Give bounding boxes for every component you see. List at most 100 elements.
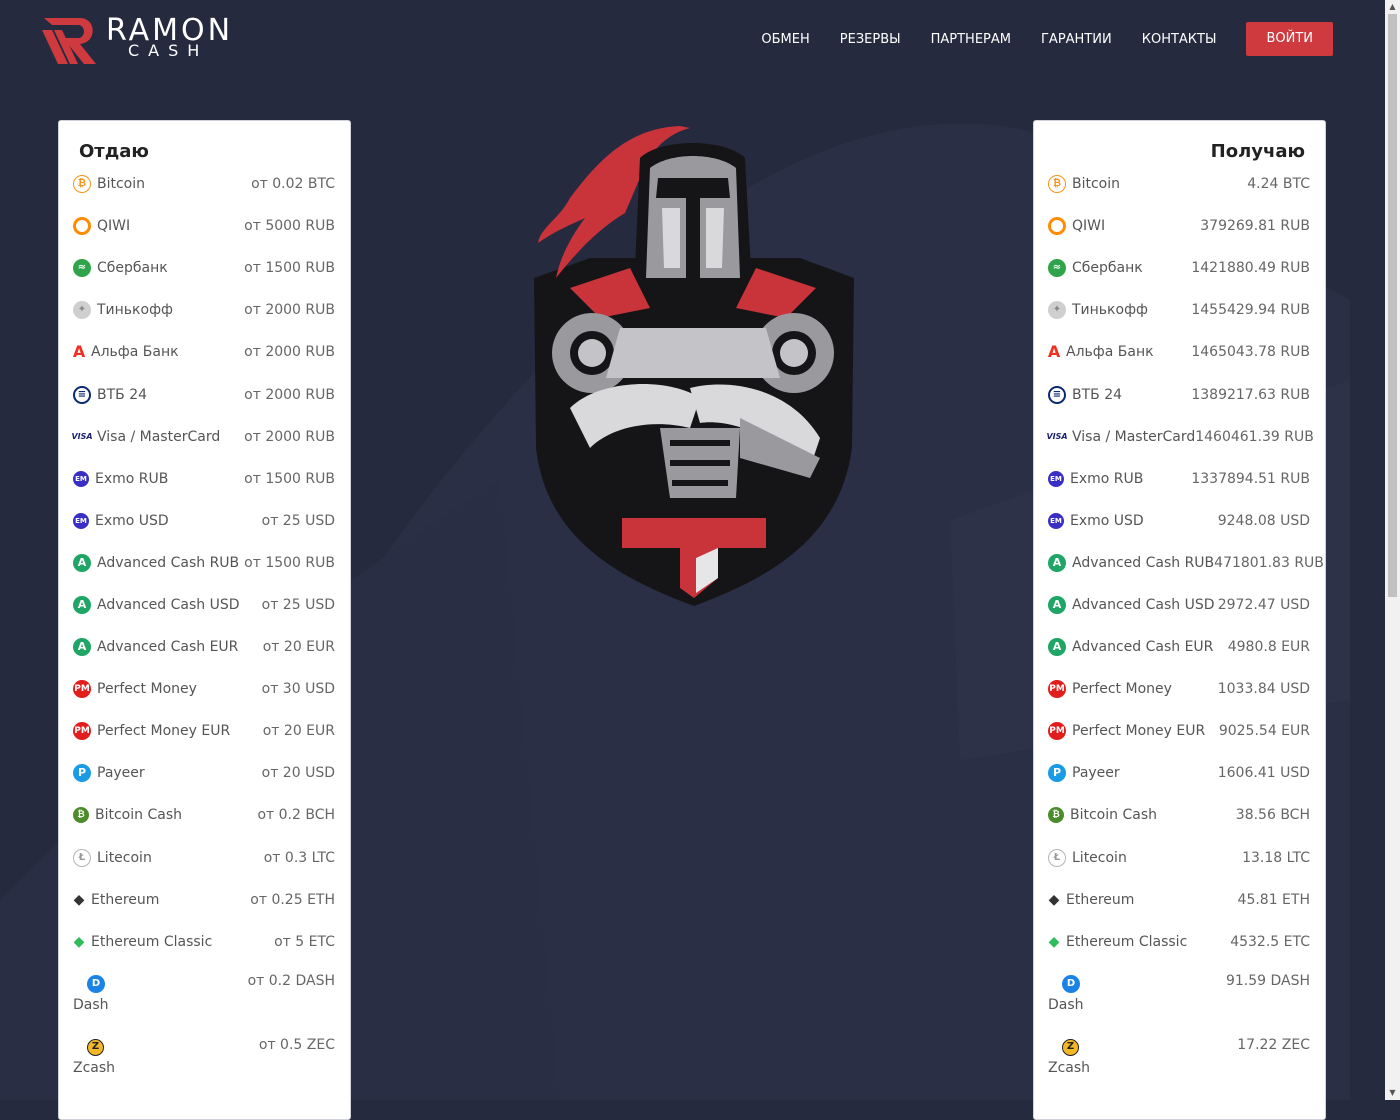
nav-exchange[interactable]: ОБМЕН (761, 23, 809, 56)
btc-icon: ₿ (73, 175, 91, 194)
min-amount: от 5000 RUB (244, 218, 335, 235)
currency-name-cell: EM Exmo RUB (73, 470, 168, 487)
currency-row[interactable]: ₿ Bitcoin Cash 38.56 BCH (1048, 794, 1310, 836)
currency-row[interactable]: QIWI от 5000 RUB (73, 205, 335, 247)
currency-label: Ethereum Classic (1066, 933, 1188, 950)
currency-row[interactable]: A Альфа Банк 1465043.78 RUB (1048, 331, 1310, 373)
currency-name-cell: ≈ Сбербанк (1048, 259, 1143, 278)
reserve-amount: 1460461.39 RUB (1195, 428, 1314, 445)
currency-label: Dash (73, 996, 109, 1013)
currency-row[interactable]: A Advanced Cash EUR 4980.8 EUR (1048, 626, 1310, 668)
currency-name-cell: PM Perfect Money EUR (1048, 722, 1205, 741)
nav-contacts[interactable]: КОНТАКТЫ (1142, 23, 1217, 56)
nav-guarantees[interactable]: ГАРАНТИИ (1041, 23, 1112, 56)
reserve-amount: 1033.84 USD (1217, 681, 1310, 698)
give-list: ₿ Bitcoin от 0.02 BTC QIWI от 5000 RUB ≈ Сберб… (71, 163, 335, 1091)
currency-name-cell: EM Exmo USD (1048, 512, 1144, 529)
currency-row[interactable]: A Advanced Cash EUR от 20 EUR (73, 626, 335, 668)
scroll-down-arrow-icon[interactable]: ▼ (1385, 1086, 1400, 1100)
currency-name-cell: ✦ Тинькофф (1048, 301, 1148, 320)
min-amount: от 25 USD (261, 596, 335, 613)
currency-label: Visa / MasterCard (1072, 428, 1196, 445)
page-scrollbar[interactable]: ▲ ▼ (1385, 0, 1400, 1100)
currency-name-cell: ₿ Bitcoin Cash (73, 807, 182, 824)
give-panel: Отдаю ₿ Bitcoin от 0.02 BTC QIWI от 5000 RUB… (58, 120, 351, 1120)
currency-row[interactable]: EM Exmo RUB 1337894.51 RUB (1048, 458, 1310, 500)
currency-row[interactable]: Z Zcash 17.22 ZEC (1048, 1027, 1310, 1091)
currency-name-cell: ₿ Bitcoin (1048, 175, 1120, 194)
currency-row[interactable]: ◆ Ethereum Classic 4532.5 ETC (1048, 921, 1310, 963)
currency-row[interactable]: P Payeer от 20 USD (73, 752, 335, 794)
tink-icon: ✦ (73, 301, 91, 320)
currency-row[interactable]: PM Perfect Money EUR 9025.54 EUR (1048, 710, 1310, 752)
currency-row[interactable]: EM Exmo RUB от 1500 RUB (73, 458, 335, 500)
currency-row[interactable]: ≡ ВТБ 24 1389217.63 RUB (1048, 373, 1310, 415)
currency-row[interactable]: Ł Litecoin от 0.3 LTC (73, 837, 335, 879)
currency-row[interactable]: PM Perfect Money 1033.84 USD (1048, 668, 1310, 710)
currency-row[interactable]: A Альфа Банк от 2000 RUB (73, 331, 335, 373)
reserve-amount: 1606.41 USD (1217, 765, 1310, 782)
reserve-amount: 13.18 LTC (1242, 849, 1310, 866)
currency-row[interactable]: A Advanced Cash RUB от 1500 RUB (73, 542, 335, 584)
currency-row[interactable]: D Dash от 0.2 DASH (73, 963, 335, 1027)
currency-row[interactable]: EM Exmo USD 9248.08 USD (1048, 500, 1310, 542)
pm-icon: PM (1048, 680, 1066, 699)
currency-name-cell: P Payeer (73, 764, 145, 783)
reserve-amount: 1337894.51 RUB (1191, 470, 1310, 487)
currency-row[interactable]: PM Perfect Money от 30 USD (73, 668, 335, 710)
currency-row[interactable]: ◆ Ethereum 45.81 ETH (1048, 879, 1310, 921)
currency-row[interactable]: ₿ Bitcoin от 0.02 BTC (73, 163, 335, 205)
currency-row[interactable]: A Advanced Cash RUB 471801.83 RUB (1048, 542, 1324, 584)
currency-row[interactable]: QIWI 379269.81 RUB (1048, 205, 1310, 247)
currency-row[interactable]: ≈ Сбербанк 1421880.49 RUB (1048, 247, 1310, 289)
nav-reserves[interactable]: РЕЗЕРВЫ (840, 23, 901, 56)
sber-icon: ≈ (1048, 259, 1066, 278)
currency-row[interactable]: ◆ Ethereum от 0.25 ETH (73, 879, 335, 921)
currency-name-cell: A Альфа Банк (1048, 343, 1154, 361)
currency-row[interactable]: A Advanced Cash USD от 25 USD (73, 584, 335, 626)
currency-row[interactable]: ✦ Тинькофф 1455429.94 RUB (1048, 289, 1310, 331)
currency-row[interactable]: ≡ ВТБ 24 от 2000 RUB (73, 373, 335, 415)
scrollbar-thumb[interactable] (1388, 14, 1397, 597)
currency-name-cell: A Альфа Банк (73, 343, 179, 361)
currency-row[interactable]: ✦ Тинькофф от 2000 RUB (73, 289, 335, 331)
currency-name-cell: ₿ Bitcoin Cash (1048, 807, 1157, 824)
min-amount: от 0.3 LTC (263, 849, 335, 866)
login-button[interactable]: ВОЙТИ (1246, 22, 1333, 56)
currency-row[interactable]: ◆ Ethereum Classic от 5 ETC (73, 921, 335, 963)
currency-name-cell: VISA Visa / MasterCard (71, 427, 220, 446)
min-amount: от 2000 RUB (244, 302, 335, 319)
min-amount: от 0.02 BTC (251, 176, 335, 193)
currency-row[interactable]: D Dash 91.59 DASH (1048, 963, 1310, 1027)
currency-row[interactable]: ₿ Bitcoin 4.24 BTC (1048, 163, 1310, 205)
currency-row[interactable]: Z Zcash от 0.5 ZEC (73, 1027, 335, 1091)
get-list: ₿ Bitcoin 4.24 BTC QIWI 379269.81 RUB ≈ Сберба… (1046, 163, 1324, 1091)
reserve-amount: 1465043.78 RUB (1191, 344, 1310, 361)
currency-name-cell: QIWI (73, 217, 130, 236)
currency-name-cell: A Advanced Cash USD (1048, 595, 1215, 614)
currency-label: Альфа Банк (91, 344, 179, 361)
currency-name-cell: ◆ Ethereum (1048, 891, 1135, 909)
ramon-r-logo-icon (42, 18, 96, 64)
nav-partners[interactable]: ПАРТНЕРАМ (931, 23, 1011, 56)
currency-row[interactable]: ₿ Bitcoin Cash от 0.2 BCH (73, 794, 335, 836)
currency-row[interactable]: ≈ Сбербанк от 1500 RUB (73, 247, 335, 289)
currency-row[interactable]: EM Exmo USD от 25 USD (73, 500, 335, 542)
currency-label: ВТБ 24 (97, 386, 148, 403)
reserve-amount: 4980.8 EUR (1227, 639, 1310, 656)
scroll-up-arrow-icon[interactable]: ▲ (1385, 0, 1400, 14)
currency-row[interactable]: P Payeer 1606.41 USD (1048, 752, 1310, 794)
site-logo[interactable]: RAMON CASH (40, 12, 250, 68)
currency-row[interactable]: A Advanced Cash USD 2972.47 USD (1048, 584, 1310, 626)
currency-name-cell: Z Zcash (1048, 1027, 1090, 1076)
reserve-amount: 9248.08 USD (1217, 512, 1310, 529)
get-panel: Получаю ₿ Bitcoin 4.24 BTC QIWI 379269.81 RU… (1033, 120, 1326, 1120)
min-amount: от 20 EUR (262, 639, 335, 656)
currency-row[interactable]: VISA Visa / MasterCard 1460461.39 RUB (1046, 416, 1314, 458)
currency-row[interactable]: Ł Litecoin 13.18 LTC (1048, 837, 1310, 879)
currency-row[interactable]: PM Perfect Money EUR от 20 EUR (73, 710, 335, 752)
currency-row[interactable]: VISA Visa / MasterCard от 2000 RUB (71, 416, 335, 458)
currency-label: Payeer (97, 765, 145, 782)
reserve-amount: 2972.47 USD (1217, 596, 1310, 613)
currency-name-cell: A Advanced Cash EUR (73, 638, 238, 657)
